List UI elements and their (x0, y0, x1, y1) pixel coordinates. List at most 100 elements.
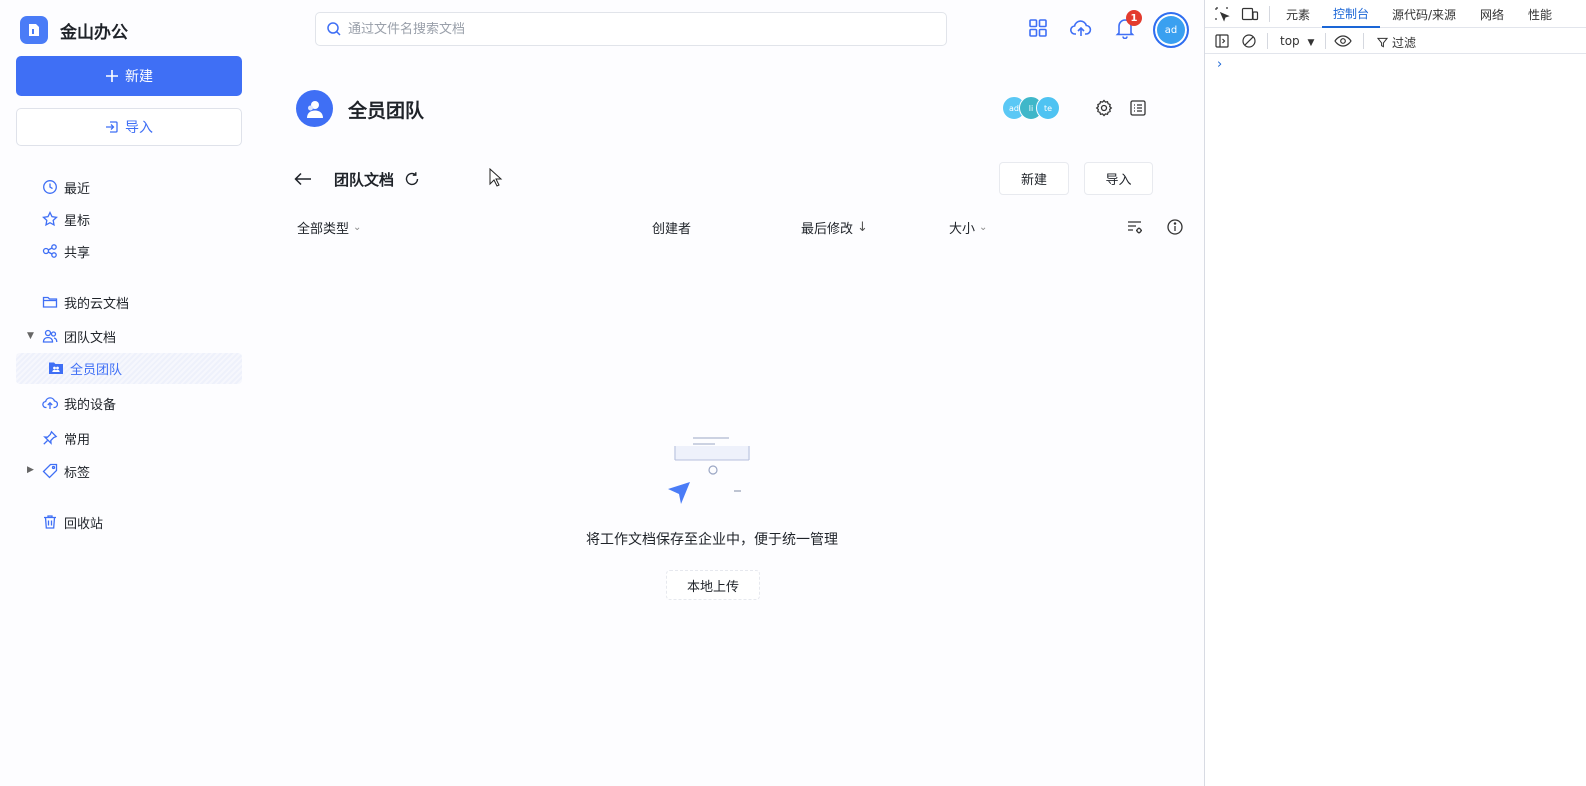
sidebar-item-my-cloud-docs[interactable]: 我的云文档 (42, 289, 129, 315)
toolbar-separator (1267, 33, 1268, 49)
local-upload-button[interactable]: 本地上传 (666, 570, 760, 600)
expand-caret-icon[interactable]: ▶ (27, 465, 34, 475)
inspect-element-icon[interactable] (1213, 5, 1231, 23)
member-avatar[interactable]: te (1036, 96, 1060, 120)
sidebar-item-my-devices[interactable]: 我的设备 (42, 390, 116, 416)
toolbar-separator (1269, 6, 1270, 22)
search-input[interactable] (348, 21, 946, 37)
tab-network[interactable]: 网络 (1480, 0, 1504, 28)
console-toolbar: top ▼ 过滤 (1205, 28, 1586, 54)
app-window: 金山办公 新建 导入 最近 星标 共享 我的云文档 ▼ 团队文档 全员团队 我的… (0, 0, 1204, 786)
sidebar-item-label: 我的云文档 (64, 296, 130, 312)
user-avatar[interactable]: ad (1153, 12, 1189, 48)
new-button[interactable]: 新建 (16, 56, 242, 96)
import-button-label: 导入 (125, 120, 153, 136)
chevron-down-icon: ⌄ (979, 222, 988, 233)
devtools-tabbar: 元素 控制台 源代码/来源 网络 性能 (1205, 0, 1586, 28)
context-selector-label: top (1280, 34, 1300, 48)
console-prompt[interactable]: › (1217, 57, 1222, 72)
mouse-cursor-icon (489, 168, 503, 187)
cloud-upload-icon (42, 397, 58, 409)
cloud-upload-icon[interactable] (1069, 16, 1093, 40)
import-button[interactable]: 导入 (16, 108, 242, 146)
column-settings-icon[interactable] (1123, 215, 1147, 239)
chevron-down-icon: ⌄ (353, 222, 362, 233)
sidebar-item-label: 我的设备 (64, 397, 117, 413)
pin-icon (43, 430, 58, 445)
sidebar-item-label: 共享 (64, 245, 91, 261)
settings-gear-icon[interactable] (1092, 96, 1116, 120)
brand[interactable]: 金山办公 (20, 16, 128, 44)
new-button-label: 新建 (125, 69, 153, 85)
sidebar-item-team-docs[interactable]: 团队文档 (42, 323, 116, 349)
console-filter[interactable]: 过滤 (1377, 34, 1416, 51)
new-doc-button[interactable]: 新建 (999, 162, 1069, 195)
folder-icon (42, 296, 58, 308)
sidebar: 金山办公 新建 导入 最近 星标 共享 我的云文档 ▼ 团队文档 全员团队 我的… (0, 0, 258, 786)
info-icon[interactable] (1163, 215, 1187, 239)
tag-icon (42, 463, 58, 479)
sidebar-item-label: 最近 (64, 181, 91, 197)
refresh-icon[interactable] (404, 171, 420, 187)
search-box[interactable] (315, 12, 947, 46)
sidebar-item-label: 常用 (64, 432, 91, 448)
import-doc-button[interactable]: 导入 (1084, 162, 1153, 195)
sidebar-item-recent[interactable]: 最近 (42, 174, 90, 200)
expand-caret-icon[interactable]: ▼ (27, 331, 34, 341)
filter-funnel-icon (1377, 37, 1388, 48)
trash-icon (44, 515, 56, 529)
folder-header: 团队文档 (294, 166, 420, 192)
brand-name: 金山办公 (60, 22, 128, 43)
column-modified-label: 最后修改 (801, 222, 854, 237)
context-selector[interactable]: top ▼ (1280, 34, 1314, 48)
apps-grid-icon[interactable] (1026, 16, 1050, 40)
brand-logo-icon (20, 16, 48, 44)
column-modified[interactable]: 最后修改 ↓ (801, 218, 868, 237)
back-arrow-icon[interactable] (294, 172, 312, 186)
dropdown-triangle-icon: ▼ (1307, 38, 1315, 48)
sidebar-item-label: 团队文档 (64, 330, 117, 346)
team-avatar-icon (296, 90, 333, 127)
sidebar-toggle-icon[interactable] (1213, 32, 1231, 50)
team-title: 全员团队 (348, 100, 425, 122)
list-view-icon[interactable] (1126, 96, 1150, 120)
sidebar-item-common[interactable]: 常用 (42, 425, 90, 451)
column-type-label: 全部类型 (297, 222, 350, 237)
sidebar-item-all-team-row: 全员团队 (48, 355, 122, 381)
column-creator[interactable]: 创建者 (652, 218, 691, 237)
live-expression-eye-icon[interactable] (1334, 32, 1352, 50)
star-icon (42, 211, 58, 227)
column-size-label: 大小 (949, 222, 976, 237)
toolbar-separator (1363, 33, 1364, 49)
search-icon (327, 22, 341, 36)
column-creator-label: 创建者 (652, 222, 692, 237)
clear-console-icon[interactable] (1240, 32, 1258, 50)
folder-title: 团队文档 (334, 170, 395, 189)
tab-performance[interactable]: 性能 (1528, 0, 1552, 28)
sidebar-item-tags[interactable]: 标签 (42, 458, 90, 484)
filter-type-dropdown[interactable]: 全部类型 ⌄ (297, 218, 361, 237)
import-icon (106, 121, 118, 133)
console-filter-label: 过滤 (1392, 36, 1417, 50)
clock-icon (43, 180, 57, 194)
team-icon (42, 329, 58, 343)
notification-badge: 1 (1126, 10, 1142, 26)
team-folder-icon (49, 362, 63, 374)
sidebar-item-label: 星标 (64, 213, 91, 229)
share-icon (42, 244, 57, 258)
empty-state-illustration (668, 437, 750, 504)
sidebar-item-all-team[interactable]: 全员团队 (16, 353, 242, 384)
column-size-dropdown[interactable]: 大小 ⌄ (949, 218, 987, 237)
tab-elements[interactable]: 元素 (1286, 0, 1310, 28)
device-toggle-icon[interactable] (1241, 5, 1259, 23)
sort-arrow-icon: ↓ (857, 220, 868, 235)
devtools-panel: 元素 控制台 源代码/来源 网络 性能 top ▼ 过滤 › (1204, 0, 1586, 786)
sidebar-item-label: 全员团队 (70, 362, 123, 378)
toolbar-separator (1325, 33, 1326, 49)
sidebar-item-starred[interactable]: 星标 (42, 206, 90, 232)
sidebar-item-label: 标签 (64, 465, 91, 481)
sidebar-item-shared[interactable]: 共享 (42, 238, 90, 264)
tab-sources[interactable]: 源代码/来源 (1392, 0, 1456, 28)
tab-console[interactable]: 控制台 (1322, 0, 1381, 28)
plus-icon (106, 70, 118, 82)
